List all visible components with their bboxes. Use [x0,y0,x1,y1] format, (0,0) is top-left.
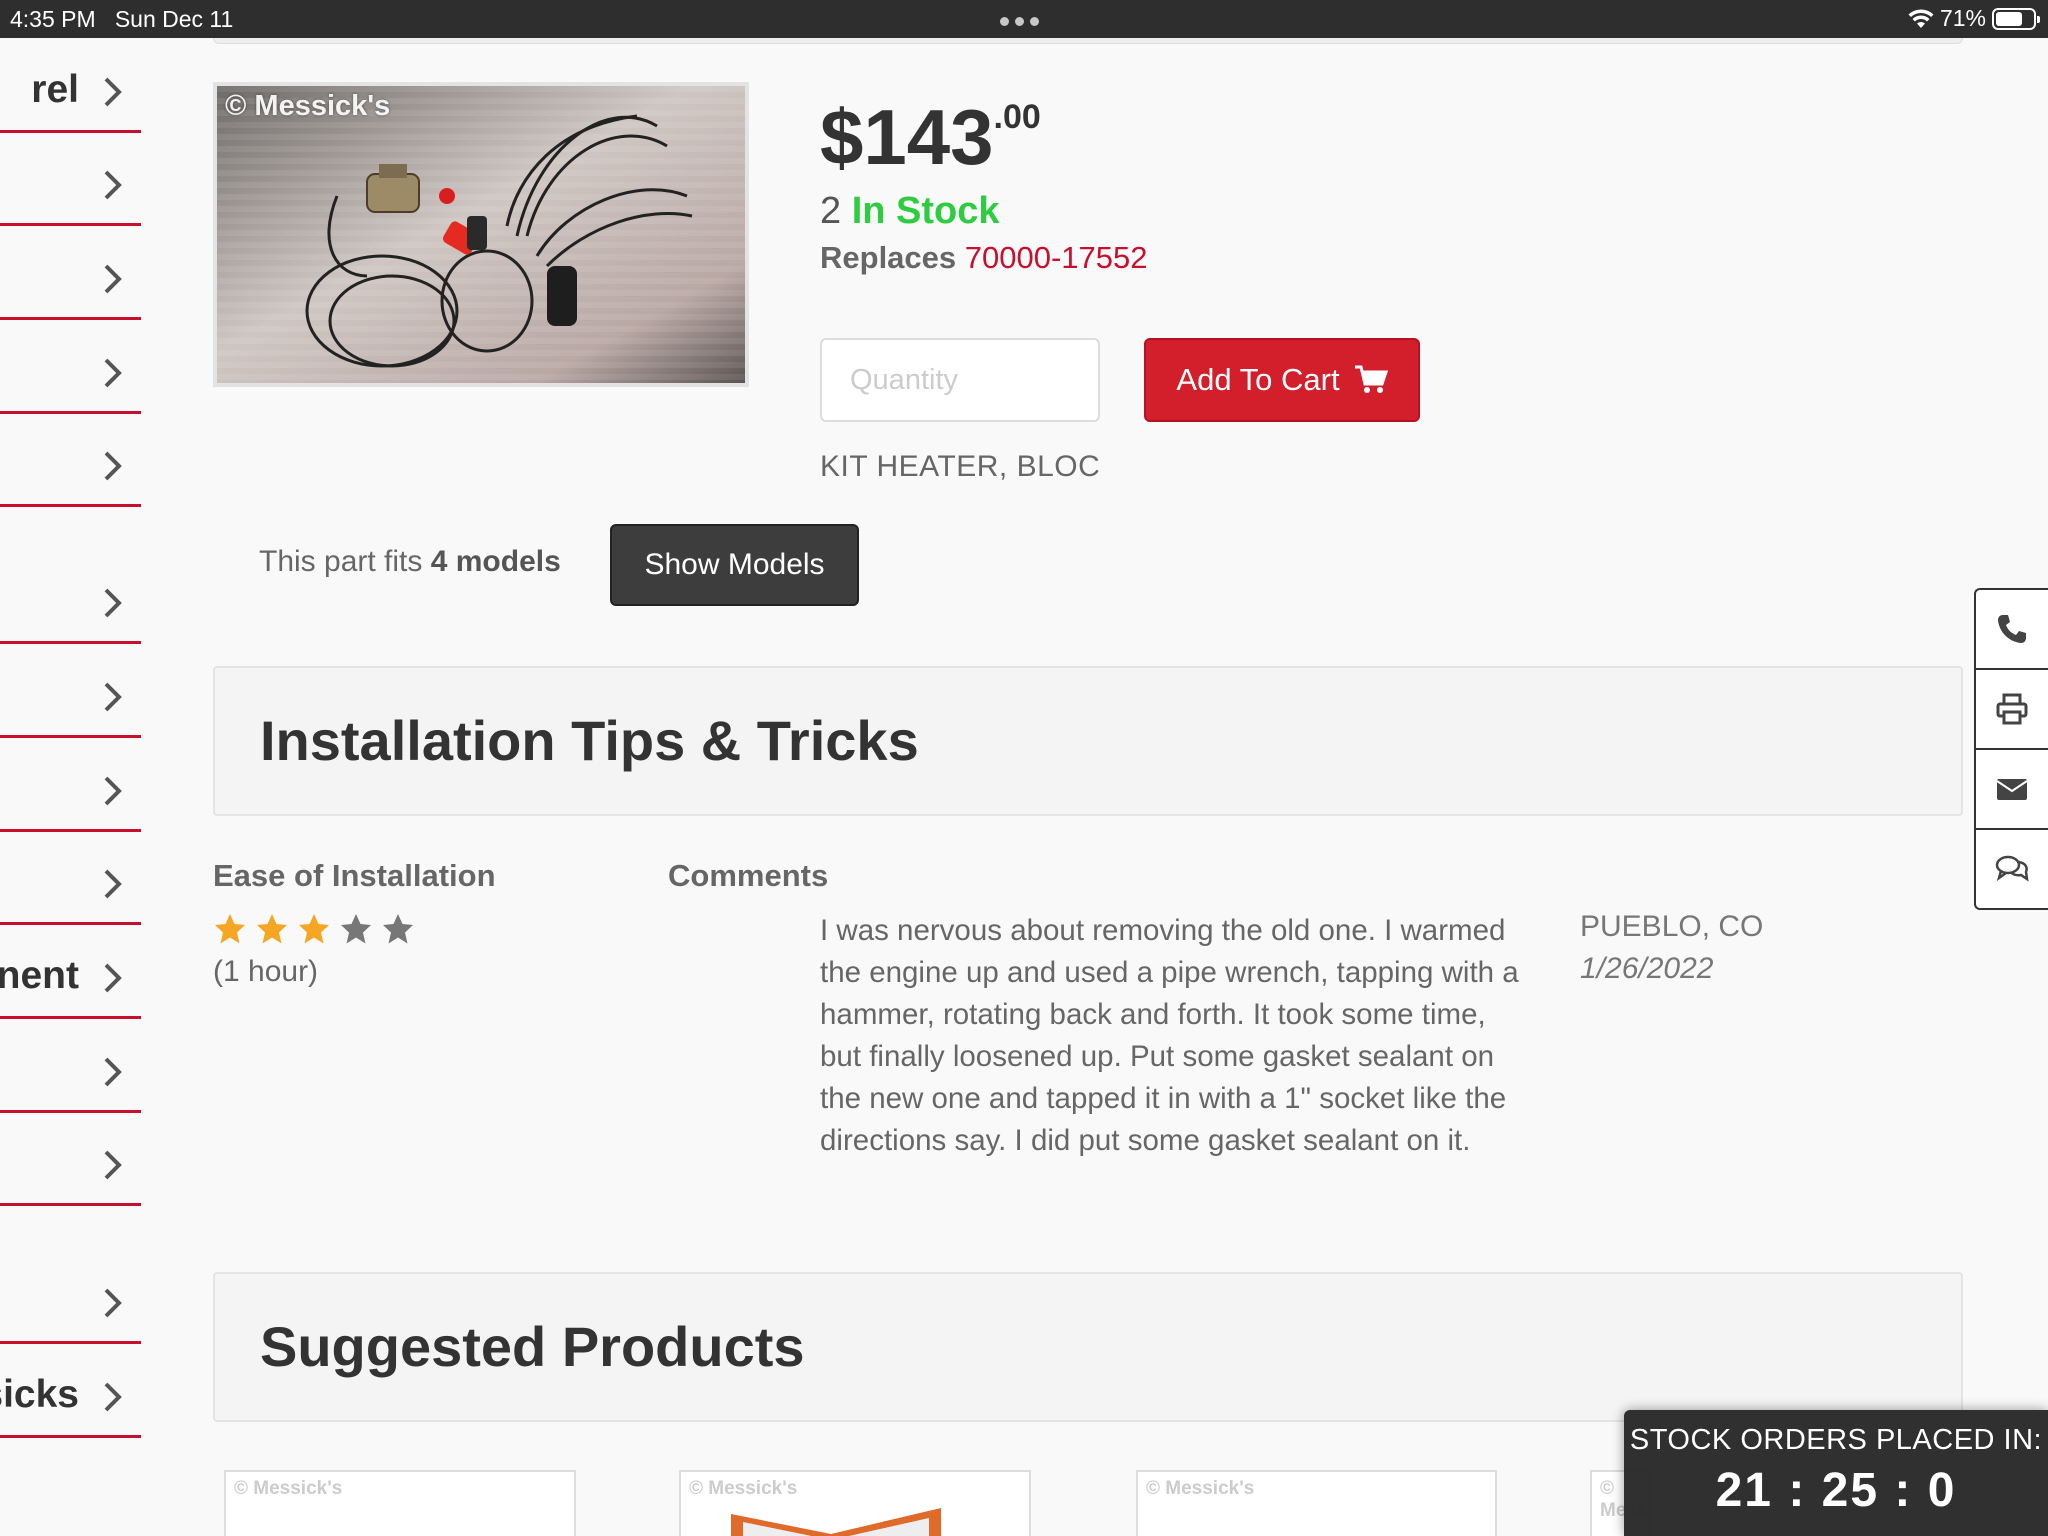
chevron-right-icon [104,1288,122,1318]
chevron-right-icon [104,451,122,481]
chevron-right-icon [104,264,122,294]
tips-header: Installation Tips & Tricks [213,666,1963,816]
sidebar-item[interactable] [0,133,141,226]
battery-icon [1992,7,2040,30]
suggested-title: Suggested Products [260,1315,805,1378]
sidebar-item[interactable] [0,507,141,644]
chat-tab[interactable] [1974,828,2048,910]
suggested-card[interactable]: © Messick's [679,1470,1031,1536]
ease-rating [213,912,415,946]
sidebar-item[interactable]: nent [0,925,141,1019]
phone-tab[interactable] [1974,588,2048,670]
comments-header: Comments [668,858,829,893]
install-duration: (1 hour) [213,955,319,988]
star-icon [299,914,329,944]
stock-order-countdown: STOCK ORDERS PLACED IN: 21 : 25 : 0 [1624,1410,2048,1536]
status-time: 4:35 PM Sun Dec 11 [10,6,234,32]
ease-header: Ease of Installation [213,858,496,893]
sidebar-item[interactable] [0,1019,141,1113]
chevron-right-icon [104,588,122,618]
suggested-card[interactable]: © Messick's [224,1470,576,1536]
chevron-right-icon [104,869,122,899]
sidebar-item-label: ssicks [0,1373,79,1416]
watermark: © Messick's [225,90,391,122]
star-icon [215,914,245,944]
replaces-part-link[interactable]: 70000-17552 [965,240,1148,275]
sidebar-item[interactable]: rel [0,38,141,133]
product-description: KIT HEATER, BLOC [820,450,1101,483]
sidebar-item[interactable] [0,738,141,832]
print-icon [1996,693,2028,725]
phone-icon [1998,615,2026,643]
chevron-right-icon [104,170,122,200]
star-icon [341,914,371,944]
multitasking-dots[interactable] [1000,17,1039,26]
chevron-right-icon [104,358,122,388]
wifi-icon [1908,8,1934,28]
star-icon [257,914,287,944]
sidebar-item[interactable] [0,320,141,414]
sidebar-item[interactable] [0,226,141,320]
header-edge [213,38,1963,44]
sidebar-item[interactable] [0,1113,141,1206]
review-location: PUEBLO, CO [1580,910,1764,943]
star-icon [383,914,413,944]
sidebar-item[interactable] [0,414,141,507]
category-sidebar: rel nent ssicks w [0,38,141,1536]
quantity-input[interactable] [820,338,1100,422]
sidebar-item[interactable]: w [0,1438,141,1536]
sidebar-item[interactable] [0,832,141,925]
review-date: 1/26/2022 [1580,952,1714,985]
sidebar-item-label: rel [31,68,79,111]
review-comment: I was nervous about removing the old one… [820,914,1519,1157]
email-icon [1996,779,2028,800]
chat-icon [1995,855,2029,882]
chevron-right-icon [104,1382,122,1412]
stock-count: 2 [820,190,842,232]
tips-title: Installation Tips & Tricks [260,709,919,772]
contact-tabs [1974,588,2048,910]
suggested-header: Suggested Products [213,1272,1963,1422]
sidebar-item[interactable] [0,644,141,738]
fits-models-text: This part fits 4 models [259,545,561,578]
add-to-cart-button[interactable]: Add To Cart [1144,338,1420,422]
chevron-right-icon [104,776,122,806]
chevron-right-icon [104,1057,122,1087]
battery-percent: 71% [1939,5,1986,31]
suggested-card[interactable]: © Messick's [1136,1470,1497,1536]
countdown-label: STOCK ORDERS PLACED IN: [1629,1424,2043,1456]
status-bar: 4:35 PM Sun Dec 11 71% [0,0,2048,38]
show-models-button[interactable]: Show Models [610,524,859,606]
replaces-info: Replaces 70000-17552 [820,240,1148,275]
sidebar-item[interactable]: ssicks [0,1344,141,1438]
chevron-right-icon [104,1150,122,1180]
product-image[interactable]: © Messick's [213,82,749,387]
sidebar-item-label: w [49,1524,79,1536]
chevron-right-icon [104,77,122,107]
sidebar-item-label: nent [0,954,79,997]
in-stock-label: In Stock [851,190,1000,232]
email-tab[interactable] [1974,748,2048,830]
stock-status: 2 In Stock [820,190,1000,233]
status-right: 71% [1908,5,2040,32]
cart-icon [1354,365,1388,393]
sidebar-item[interactable] [0,1206,141,1344]
chevron-right-icon [104,682,122,712]
countdown-timer: 21 : 25 : 0 [1715,1464,1957,1517]
chevron-right-icon [104,963,122,993]
print-tab[interactable] [1974,668,2048,750]
price: $143.00 [820,93,1041,181]
